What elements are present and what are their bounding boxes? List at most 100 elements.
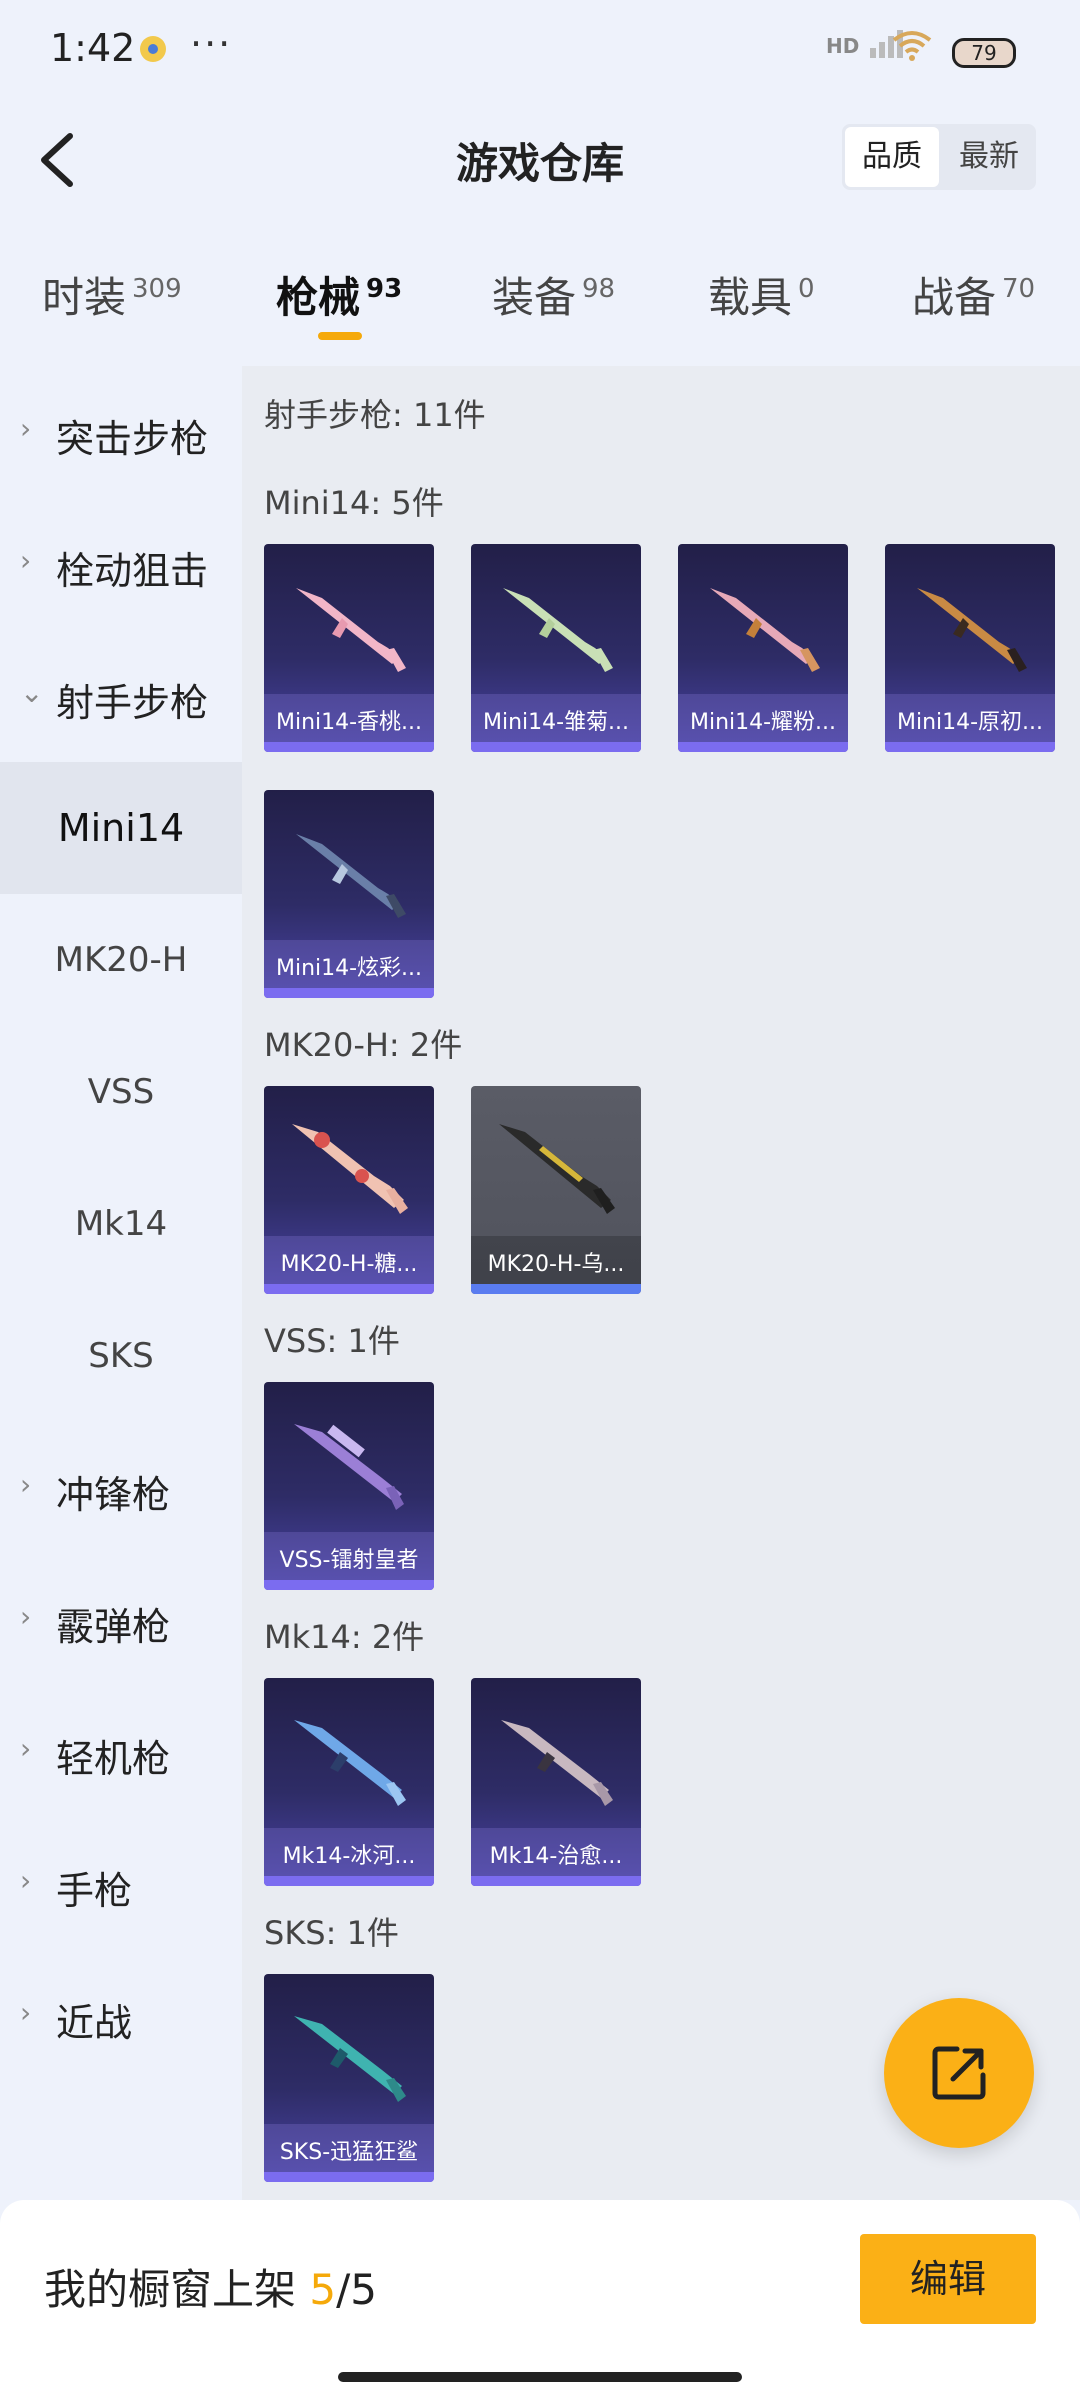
sidebar-item-melee[interactable]: › 近战 — [0, 1950, 242, 2082]
group-title: 射手步枪: 11件 — [264, 396, 486, 434]
item-card[interactable]: Mini14-耀粉... — [678, 544, 848, 752]
rarity-bar — [471, 1284, 641, 1294]
chevron-right-icon: › — [20, 1600, 32, 1633]
tab-label: 战备 — [912, 273, 997, 322]
sidebar-item-label: 手枪 — [56, 1869, 133, 1913]
tab-count: 93 — [366, 274, 403, 304]
tab-supplies[interactable]: 战备 70 — [912, 264, 1035, 325]
item-card[interactable]: VSS-镭射皇者 — [264, 1382, 434, 1590]
sidebar-subitem-mini14[interactable]: Mini14 — [0, 762, 242, 894]
sidebar-item-lmg[interactable]: › 轻机枪 — [0, 1686, 242, 1818]
item-card[interactable]: Mini14-原初... — [885, 544, 1055, 752]
sidebar-item-shotgun[interactable]: › 霰弹枪 — [0, 1554, 242, 1686]
sidebar-subitem-sks[interactable]: SKS — [0, 1290, 242, 1422]
section-title: MK20-H: 2件 — [264, 1026, 463, 1064]
rarity-bar — [264, 988, 434, 998]
sidebar-item-assault-rifle[interactable]: › 突击步枪 — [0, 366, 242, 498]
rifle-icon — [296, 588, 406, 672]
sidebar-item-dmr[interactable]: ⌄ 射手步枪 — [0, 630, 242, 762]
sort-toggle: 品质 最新 — [842, 124, 1036, 190]
section-title: Mk14: 2件 — [264, 1618, 425, 1656]
item-name: Mini14-香桃... — [275, 710, 423, 735]
chevron-right-icon: › — [20, 544, 32, 577]
sort-quality-button[interactable]: 品质 — [845, 127, 939, 187]
tab-guns[interactable]: 枪械 93 — [276, 264, 402, 325]
rifle-icon — [296, 834, 406, 918]
chevron-right-icon: › — [20, 412, 32, 445]
rifle-icon — [292, 1124, 408, 1214]
item-list: 射手步枪: 11件 Mini14: 5件 Mini14-香桃... Mini14… — [242, 366, 1080, 2200]
rarity-bar — [678, 742, 848, 752]
active-tab-indicator — [318, 332, 362, 340]
sidebar-item-bolt-sniper[interactable]: › 栓动狙击 — [0, 498, 242, 630]
sidebar-subitem-vss[interactable]: VSS — [0, 1026, 242, 1158]
item-card[interactable]: Mini14-雏菊... — [471, 544, 641, 752]
rifle-icon — [917, 588, 1027, 672]
hd-label: HD — [826, 34, 860, 58]
item-card[interactable]: MK20-H-乌... — [471, 1086, 641, 1294]
item-name: MK20-H-糖... — [280, 1252, 418, 1277]
item-card[interactable]: Mk14-冰河... — [264, 1678, 434, 1886]
section-title: Mini14: 5件 — [264, 484, 444, 522]
rarity-bar — [264, 1284, 434, 1294]
item-name: MK20-H-乌... — [487, 1252, 625, 1277]
chevron-left-icon — [41, 133, 73, 187]
share-external-icon — [932, 2046, 986, 2100]
wifi-icon — [892, 30, 932, 71]
item-card[interactable]: MK20-H-糖... — [264, 1086, 434, 1294]
share-button[interactable] — [884, 1998, 1034, 2148]
item-card[interactable]: SKS-迅猛狂鲨 — [264, 1974, 434, 2182]
header: 游戏仓库 品质 最新 — [0, 100, 1080, 220]
chevron-right-icon: › — [20, 1864, 32, 1897]
app-notification-icon — [140, 36, 166, 62]
rifle-icon — [501, 1720, 613, 1806]
rifle-icon — [294, 1424, 404, 1510]
item-name: Mk14-治愈... — [489, 1844, 623, 1869]
item-name: Mini14-雏菊... — [482, 710, 630, 735]
tab-count: 0 — [798, 274, 815, 304]
showcase-count-current: 5 — [309, 2265, 337, 2314]
tab-vehicles[interactable]: 载具 0 — [708, 264, 815, 325]
section-title: SKS: 1件 — [264, 1914, 399, 1952]
rarity-bar — [264, 1580, 434, 1590]
showcase-count-total: /5 — [336, 2265, 377, 2314]
sidebar-item-label: 霰弹枪 — [56, 1605, 171, 1649]
sidebar-subitem-mk14[interactable]: Mk14 — [0, 1158, 242, 1290]
bottom-bar: 我的橱窗上架 5/5 编辑 — [0, 2200, 1080, 2400]
item-card[interactable]: Mini14-香桃... — [264, 544, 434, 752]
tab-label: 枪械 — [276, 273, 361, 322]
tab-count: 98 — [582, 274, 616, 304]
category-tabs: 时装 309 枪械 93 装备 98 载具 0 战备 70 — [0, 240, 1080, 360]
more-notifications-icon: ··· — [190, 22, 233, 66]
tab-label: 时装 — [42, 273, 127, 322]
showcase-status: 我的橱窗上架 5/5 — [44, 2256, 377, 2317]
category-sidebar: › 突击步枪 › 栓动狙击 ⌄ 射手步枪 Mini14 MK20-H VSS M… — [0, 366, 242, 2200]
sidebar-subitem-mk20h[interactable]: MK20-H — [0, 894, 242, 1026]
item-card[interactable]: Mini14-炫彩... — [264, 790, 434, 998]
chevron-right-icon: › — [20, 1996, 32, 2029]
tab-count: 309 — [132, 274, 182, 304]
sidebar-item-smg[interactable]: › 冲锋枪 — [0, 1422, 242, 1554]
showcase-label: 我的橱窗上架 — [44, 2265, 297, 2314]
section-title: VSS: 1件 — [264, 1322, 400, 1360]
item-name: Mini14-原初... — [896, 710, 1044, 735]
item-name: Mini14-炫彩... — [275, 956, 423, 981]
item-card[interactable]: Mk14-治愈... — [471, 1678, 641, 1886]
item-name: VSS-镭射皇者 — [279, 1548, 419, 1573]
edit-button[interactable]: 编辑 — [860, 2234, 1036, 2324]
back-button[interactable] — [30, 128, 90, 192]
home-indicator[interactable] — [338, 2372, 742, 2382]
item-name: Mini14-耀粉... — [689, 710, 837, 735]
sort-newest-button[interactable]: 最新 — [942, 124, 1036, 190]
rifle-icon — [294, 2016, 406, 2102]
sidebar-item-label: 栓动狙击 — [56, 549, 209, 593]
tab-fashion[interactable]: 时装 309 — [42, 264, 182, 325]
rarity-bar — [885, 742, 1055, 752]
status-time: 1:42 — [50, 26, 136, 70]
item-name: Mk14-冰河... — [282, 1844, 416, 1869]
sidebar-item-label: 突击步枪 — [56, 417, 209, 461]
tab-equipment[interactable]: 装备 98 — [492, 264, 615, 325]
tab-label: 装备 — [492, 273, 577, 322]
sidebar-item-pistol[interactable]: › 手枪 — [0, 1818, 242, 1950]
rarity-bar — [471, 1876, 641, 1886]
